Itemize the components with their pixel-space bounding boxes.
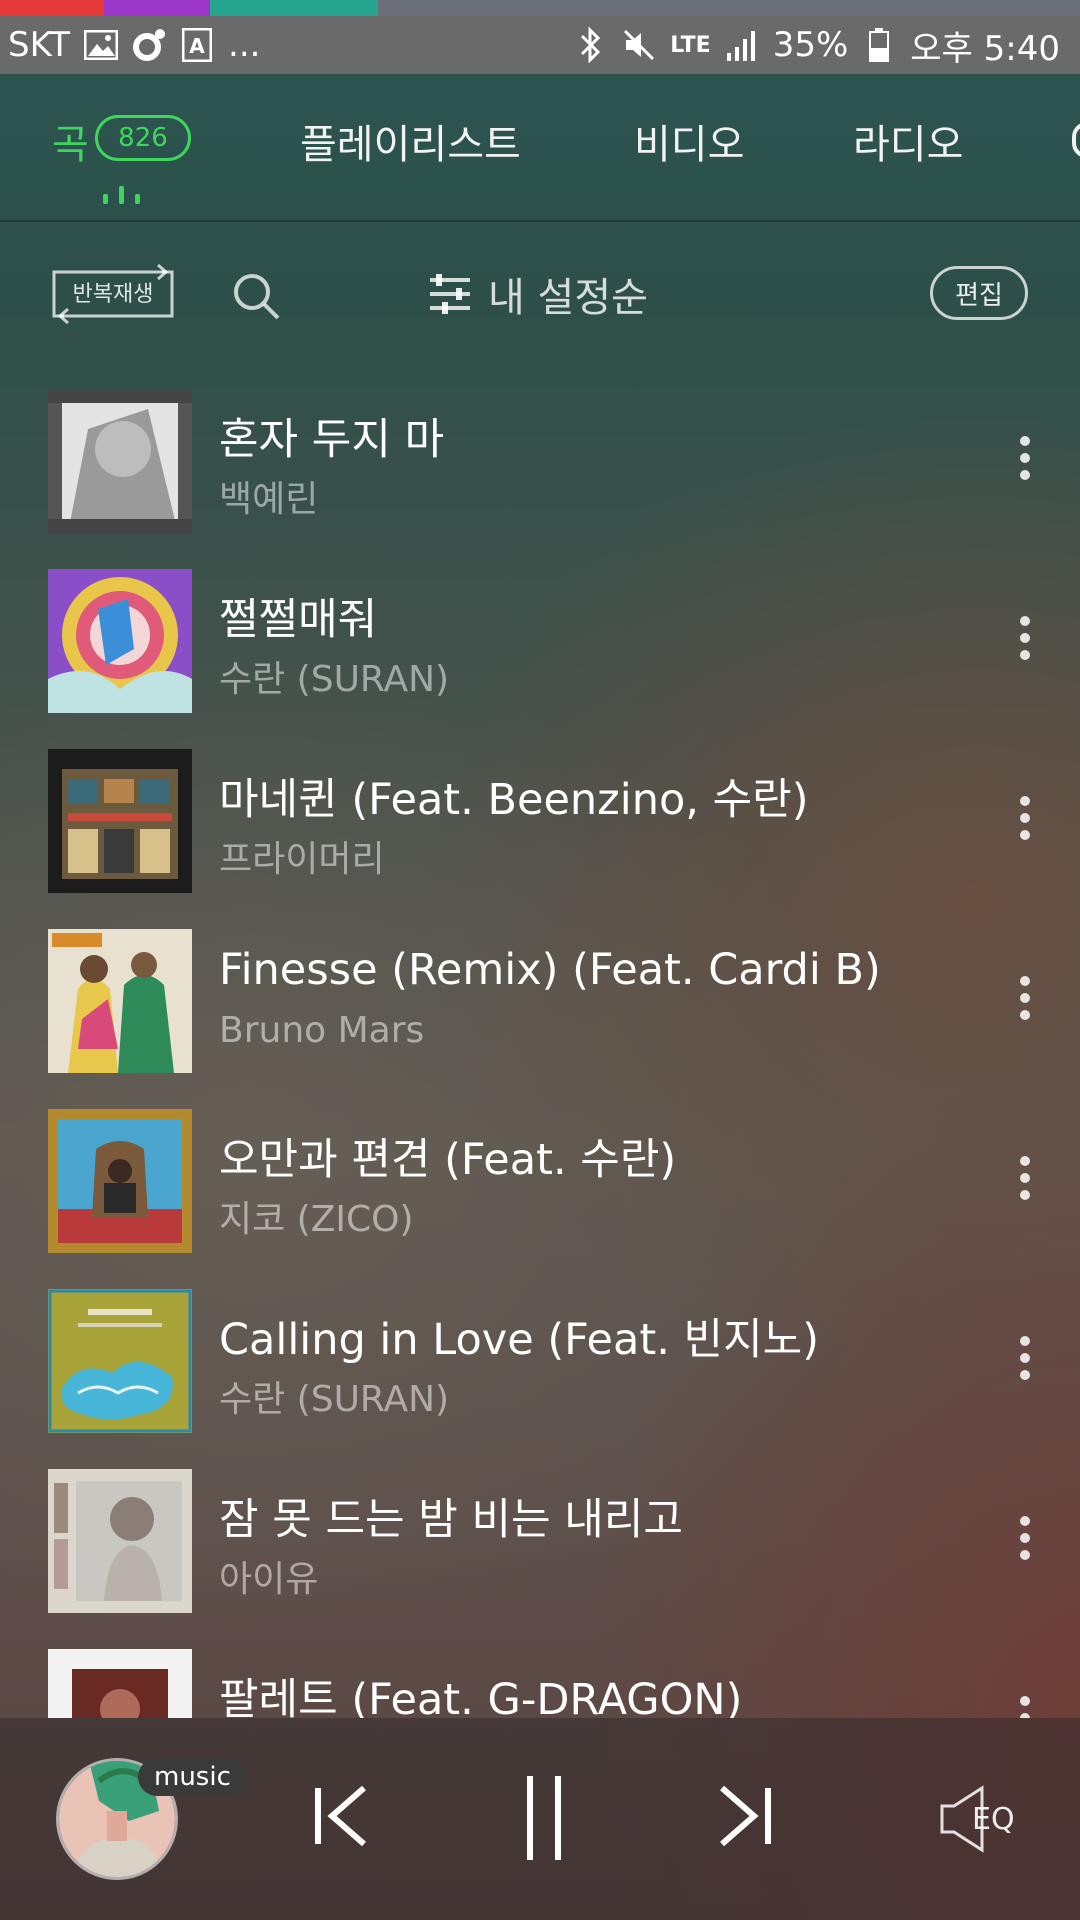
app-notification-icon <box>132 28 166 62</box>
album-art <box>48 1109 192 1253</box>
previous-icon <box>315 1785 366 1847</box>
list-item[interactable]: 쩔쩔매줘 수란 (SURAN) <box>0 550 1080 730</box>
song-artist: Bruno Mars <box>219 1010 425 1051</box>
clock: 오후 5:40 <box>910 28 1060 69</box>
tab-videos[interactable]: 비디오 <box>634 112 744 170</box>
album-art <box>48 1289 192 1433</box>
list-item[interactable]: 오만과 편견 (Feat. 수란) 지코 (ZICO) <box>0 1090 1080 1270</box>
song-title: Calling in Love (Feat. 빈지노) <box>219 1315 819 1365</box>
notification-color-strip <box>0 0 1080 16</box>
previous-button[interactable] <box>312 1784 372 1848</box>
tab-radio-label: 라디오 <box>853 122 964 168</box>
more-options-icon[interactable] <box>1014 1156 1036 1206</box>
more-options-icon[interactable] <box>1014 1696 1036 1718</box>
svg-text:A: A <box>189 34 205 58</box>
more-options-icon[interactable] <box>1014 616 1036 666</box>
song-title: 팔레트 (Feat. G-DRAGON) <box>219 1675 743 1718</box>
sort-button[interactable]: 내 설정순 <box>428 264 648 324</box>
song-artist: 지코 (ZICO) <box>219 1199 414 1240</box>
tab-songs[interactable]: 곡 <box>52 112 89 170</box>
more-options-icon[interactable] <box>1014 976 1036 1026</box>
song-artist: 수란 (SURAN) <box>219 659 450 700</box>
tab-playlists[interactable]: 플레이리스트 <box>300 112 521 170</box>
list-item[interactable]: 팔레트 (Feat. G-DRAGON) <box>0 1630 1080 1718</box>
song-title: 혼자 두지 마 <box>219 415 445 465</box>
more-notifications: ... <box>228 25 261 65</box>
song-count-badge: 826 <box>95 115 191 161</box>
signal-icon <box>725 28 759 62</box>
repeat-label: 반복재생 <box>72 282 154 307</box>
category-tabs: 곡 826 플레이리스트 비디오 라디오 <box>0 74 1080 222</box>
search-button[interactable] <box>228 268 284 324</box>
eq-button[interactable]: EQ <box>938 1784 1022 1854</box>
sort-label: 내 설정순 <box>488 275 648 321</box>
gallery-icon <box>84 28 119 62</box>
song-title: 마네퀸 (Feat. Beenzino, 수란) <box>219 775 809 825</box>
network-type: LTE <box>670 32 711 58</box>
list-item[interactable]: 혼자 두지 마 백예린 <box>0 370 1080 550</box>
repeat-button[interactable]: 반복재생 <box>48 258 178 330</box>
album-art <box>48 1469 192 1613</box>
album-art <box>48 929 192 1073</box>
song-title: Finesse (Remix) (Feat. Cardi B) <box>219 945 881 995</box>
carrier-label: SKT <box>8 25 71 65</box>
list-toolbar: 반복재생 내 설정순 편집 <box>0 220 1080 370</box>
status-bar: SKT A ... LTE 35% 오후 5:40 <box>0 16 1080 74</box>
song-artist: 백예린 <box>219 479 319 520</box>
battery-icon <box>862 28 896 62</box>
search-icon <box>234 274 280 320</box>
mute-icon <box>622 28 656 62</box>
eq-label: EQ <box>972 1802 1015 1837</box>
song-title: 잠 못 드는 밤 비는 내리고 <box>219 1495 683 1545</box>
list-item[interactable]: Finesse (Remix) (Feat. Cardi B) Bruno Ma… <box>0 910 1080 1090</box>
pause-icon <box>527 1776 561 1860</box>
tab-radio[interactable]: 라디오 <box>853 112 963 170</box>
more-options-icon[interactable] <box>1014 796 1036 846</box>
list-item[interactable]: Calling in Love (Feat. 빈지노) 수란 (SURAN) <box>0 1270 1080 1450</box>
mini-player: music EQ <box>0 1718 1080 1920</box>
next-button[interactable] <box>714 1784 774 1848</box>
song-artist: 프라이머리 <box>219 839 385 880</box>
more-options-icon[interactable] <box>1014 1516 1036 1566</box>
tab-overflow-edge[interactable] <box>1072 122 1080 162</box>
album-art <box>48 569 192 713</box>
list-item[interactable]: 마네퀸 (Feat. Beenzino, 수란) 프라이머리 <box>0 730 1080 910</box>
song-artist: 수란 (SURAN) <box>219 1379 450 1420</box>
more-options-icon[interactable] <box>1014 1336 1036 1386</box>
pause-button[interactable] <box>524 1774 564 1862</box>
album-art <box>48 1649 192 1718</box>
text-app-icon: A <box>180 28 214 62</box>
sliders-icon <box>430 274 470 314</box>
song-title: 오만과 편견 (Feat. 수란) <box>219 1135 677 1185</box>
song-artist: 아이유 <box>219 1559 319 1600</box>
album-art <box>48 749 192 893</box>
bluetooth-icon <box>574 27 608 63</box>
list-item[interactable]: 잠 못 드는 밤 비는 내리고 아이유 <box>0 1450 1080 1630</box>
tab-playlists-label: 플레이리스트 <box>300 122 521 168</box>
song-title: 쩔쩔매줘 <box>219 595 378 645</box>
tab-videos-label: 비디오 <box>634 122 745 168</box>
tab-songs-label: 곡 <box>52 122 89 168</box>
playing-indicator-icon <box>103 182 143 204</box>
album-art <box>48 389 192 533</box>
battery-percent: 35% <box>772 25 849 65</box>
more-options-icon[interactable] <box>1014 436 1036 486</box>
song-list: 혼자 두지 마 백예린 쩔쩔매줘 수란 (SURAN) 마네퀸 (Feat. B… <box>0 370 1080 1718</box>
next-icon <box>720 1785 771 1847</box>
edit-button[interactable]: 편집 <box>930 266 1028 320</box>
music-badge: music <box>138 1758 247 1796</box>
